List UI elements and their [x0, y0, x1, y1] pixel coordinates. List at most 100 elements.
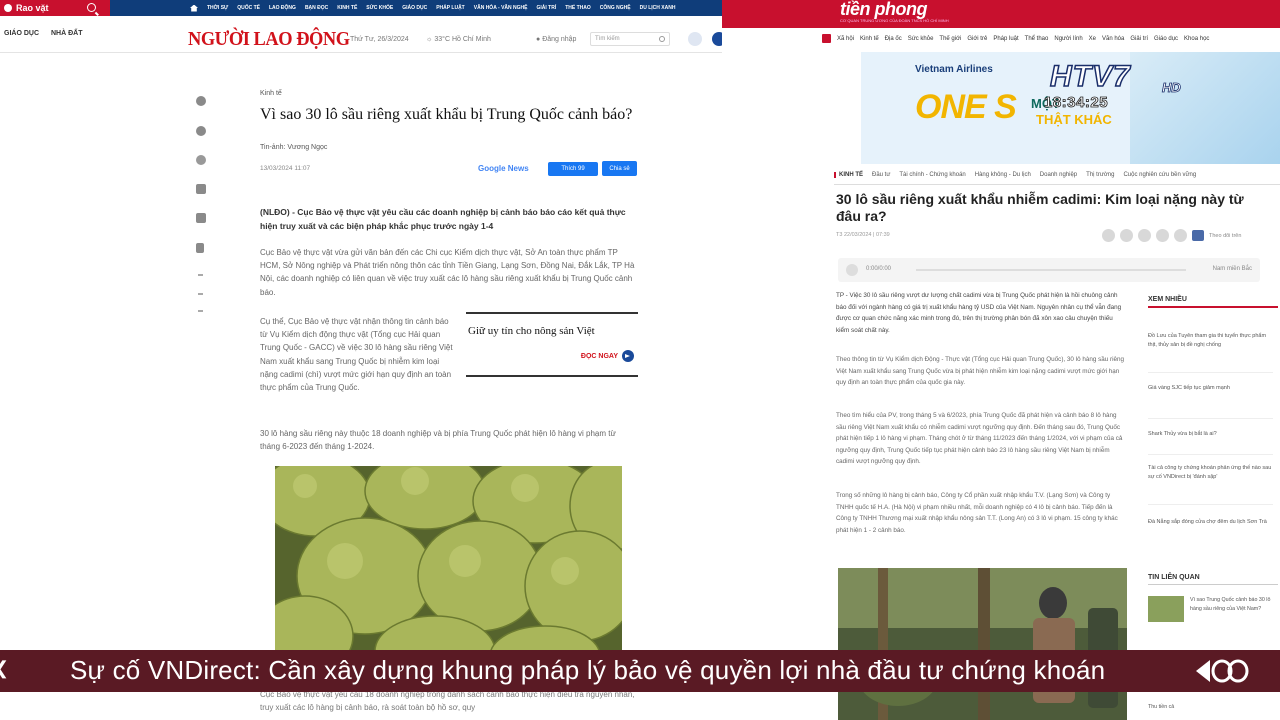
tp-nav-item[interactable]: Thế giới	[939, 36, 961, 42]
read-now-label: ĐỌC NGAY	[580, 352, 618, 360]
tp-nav-item[interactable]: Sức khỏe	[908, 36, 934, 42]
bookmark-icon[interactable]	[196, 243, 204, 253]
font-reset-icon[interactable]	[198, 293, 203, 295]
section-item[interactable]: Doanh nghiệp	[1040, 172, 1077, 178]
nav-item-ban-doc[interactable]: BẠN ĐỌC	[305, 5, 328, 11]
section-item[interactable]: Hàng không - Du lịch	[975, 172, 1031, 178]
tp-section-bar: KINH TẾ Đầu tư Tài chính - Chứng khoán H…	[834, 172, 1196, 178]
tp-logo[interactable]: tiền phong	[840, 0, 927, 20]
magnifier-icon	[659, 36, 665, 42]
read-now-link[interactable]: ĐỌC NGAY	[581, 350, 634, 362]
messenger-icon[interactable]	[196, 126, 206, 136]
tp-nav-item[interactable]: Người lính	[1054, 36, 1082, 42]
rao-vat-button[interactable]: Rao vặt	[0, 0, 110, 16]
twitter-icon[interactable]	[1120, 229, 1133, 242]
facebook-share-button[interactable]: Chia sẻ	[602, 161, 637, 176]
section-item[interactable]: Thị trường	[1086, 172, 1114, 178]
tp-nav-item[interactable]: Giới trẻ	[967, 36, 987, 42]
most-viewed-item[interactable]: Tài cả công ty chứng khoán phản ứng thế …	[1148, 464, 1273, 482]
comment-icon[interactable]	[196, 184, 206, 194]
section-kinh-te[interactable]: KINH TẾ	[834, 172, 863, 178]
player-time: 0:00/0:00	[866, 266, 892, 272]
login-link[interactable]: ● Đăng nhập	[536, 36, 576, 43]
link-icon[interactable]	[196, 155, 206, 165]
nav-item-cong-nghe[interactable]: CÔNG NGHỆ	[600, 5, 631, 11]
arrow-right-icon	[622, 350, 634, 362]
header-date: Thứ Tư, 26/3/2024	[350, 36, 409, 43]
print-icon[interactable]	[1174, 229, 1187, 242]
tp-nav-item[interactable]: Pháp luật	[993, 36, 1018, 42]
search-icon[interactable]	[87, 3, 96, 12]
article-paragraph: Cục Bảo vệ thực vật vừa gửi văn bản đến …	[260, 248, 635, 297]
nav-item-giao-duc[interactable]: GIÁO DỤC	[402, 5, 427, 11]
link-icon[interactable]	[1156, 229, 1169, 242]
menu-icon[interactable]	[712, 32, 722, 46]
nav-item-du-lich[interactable]: DU LỊCH XANH	[640, 5, 676, 11]
section-item[interactable]: Cuộc nghiên cứu bền vững	[1123, 172, 1196, 178]
cat-nha-dat[interactable]: NHÀ ĐẤT	[51, 30, 83, 37]
nav-item-quoc-te[interactable]: QUỐC TẾ	[237, 5, 260, 11]
facebook-icon[interactable]	[196, 96, 206, 106]
account-icon[interactable]	[688, 32, 702, 46]
cat-giao-duc[interactable]: GIÁO DỤC	[4, 30, 39, 37]
article-kicker[interactable]: Kinh tế	[260, 90, 282, 97]
nld-webpage: Rao vặt THỜI SỰ QUỐC TẾ LAO ĐỘNG BẠN ĐỌC…	[0, 0, 722, 720]
tp-nav-item[interactable]: Thể thao	[1025, 36, 1049, 42]
nav-item-kinh-te[interactable]: KINH TẾ	[337, 5, 357, 11]
nav-item-thoi-su[interactable]: THỜI SỰ	[207, 5, 228, 11]
font-up-icon[interactable]	[198, 274, 203, 276]
search-input[interactable]: Tìm kiếm	[590, 32, 670, 46]
nav-item-lao-dong[interactable]: LAO ĐỘNG	[269, 5, 296, 11]
tp-nav-item[interactable]: Văn hóa	[1102, 36, 1124, 42]
most-viewed-item[interactable]: Đồ Lưu của Tuyên tham gia thi tuyển thực…	[1148, 332, 1273, 350]
tp-nav-item[interactable]: Kinh tế	[860, 36, 879, 42]
article-paragraph: Cụ thể, Cục Bảo vệ thực vật nhận thông t…	[260, 317, 453, 393]
ad-graphic	[1130, 52, 1280, 164]
section-item[interactable]: Tài chính - Chứng khoán	[899, 172, 965, 178]
most-viewed-item[interactable]: Đà Nẵng sắp đóng cửa chợ đêm du lịch Sơn…	[1148, 518, 1273, 527]
play-icon[interactable]	[846, 264, 858, 276]
weather-icon: ☼	[426, 36, 433, 43]
tp-paragraph: Trong số những lô hàng bị cảnh báo, Công…	[836, 492, 1118, 534]
related-article-box[interactable]: Giữ uy tín cho nông sản Việt ĐỌC NGAY	[466, 312, 638, 377]
google-news-icon[interactable]	[1192, 230, 1204, 241]
tp-article-date: T3 22/03/2024 | 07:39	[836, 232, 890, 238]
print-icon[interactable]	[196, 213, 206, 223]
nav-item-phap-luat[interactable]: PHÁP LUẬT	[436, 5, 465, 11]
facebook-like-button[interactable]: Thích 99	[548, 162, 598, 176]
related-thumbnail[interactable]	[1148, 596, 1184, 622]
home-icon[interactable]	[822, 34, 831, 43]
nav-item-suc-khoe[interactable]: SỨC KHỎE	[366, 5, 393, 11]
most-viewed-title: XEM NHIỀU	[1148, 296, 1278, 308]
player-progress[interactable]	[916, 269, 1186, 271]
tp-article-title: 30 lô sầu riêng xuất khẩu nhiễm cadimi: …	[836, 191, 1244, 224]
nav-item-van-hoa[interactable]: VĂN HÓA - VĂN NGHỆ	[474, 5, 528, 11]
tp-nav-item[interactable]: Địa ốc	[885, 36, 902, 42]
section-item[interactable]: Đầu tư	[872, 172, 890, 178]
nld-logo[interactable]: NGƯỜI LAO ĐỘNG	[188, 28, 350, 51]
nav-item-giai-tri[interactable]: GIẢI TRÍ	[536, 5, 556, 11]
related-item[interactable]: Thu tiền cả	[1148, 704, 1174, 710]
header-divider	[0, 52, 722, 53]
font-down-icon[interactable]	[198, 310, 203, 312]
60-giay-logo	[1196, 659, 1249, 683]
tp-nav-item[interactable]: Khoa học	[1184, 36, 1209, 42]
tp-paragraph: Theo tìm hiểu của PV, trong tháng 5 và 6…	[836, 412, 1123, 466]
related-item[interactable]: Vì sao Trung Quốc cảnh báo 30 lô hàng sầ…	[1190, 596, 1272, 613]
durian-illustration	[275, 466, 622, 656]
player-voice[interactable]: Nam miền Bắc	[1213, 266, 1252, 272]
mail-icon[interactable]	[1138, 229, 1151, 242]
channel-hd: HD	[1162, 80, 1182, 96]
tp-nav-item[interactable]: Xe	[1089, 36, 1096, 42]
facebook-icon[interactable]	[1102, 229, 1115, 242]
tp-nav-item[interactable]: Giáo dục	[1154, 36, 1178, 42]
google-news-button[interactable]: Google News	[478, 164, 529, 173]
most-viewed-item[interactable]: Shark Thủy vừa bị bắt là ai?	[1148, 430, 1273, 439]
tp-nav: Xã hội Kinh tế Địa ốc Sức khỏe Thế giới …	[822, 34, 1209, 43]
nav-item-the-thao[interactable]: THỂ THAO	[565, 5, 591, 11]
tp-nav-item[interactable]: Xã hội	[837, 36, 854, 42]
most-viewed-item[interactable]: Giá vàng SJC tiếp tục giảm mạnh	[1148, 384, 1273, 393]
tp-nav-item[interactable]: Giải trí	[1130, 36, 1148, 42]
audio-player[interactable]: 0:00/0:00 Nam miền Bắc	[838, 258, 1260, 282]
home-icon[interactable]	[190, 4, 198, 12]
